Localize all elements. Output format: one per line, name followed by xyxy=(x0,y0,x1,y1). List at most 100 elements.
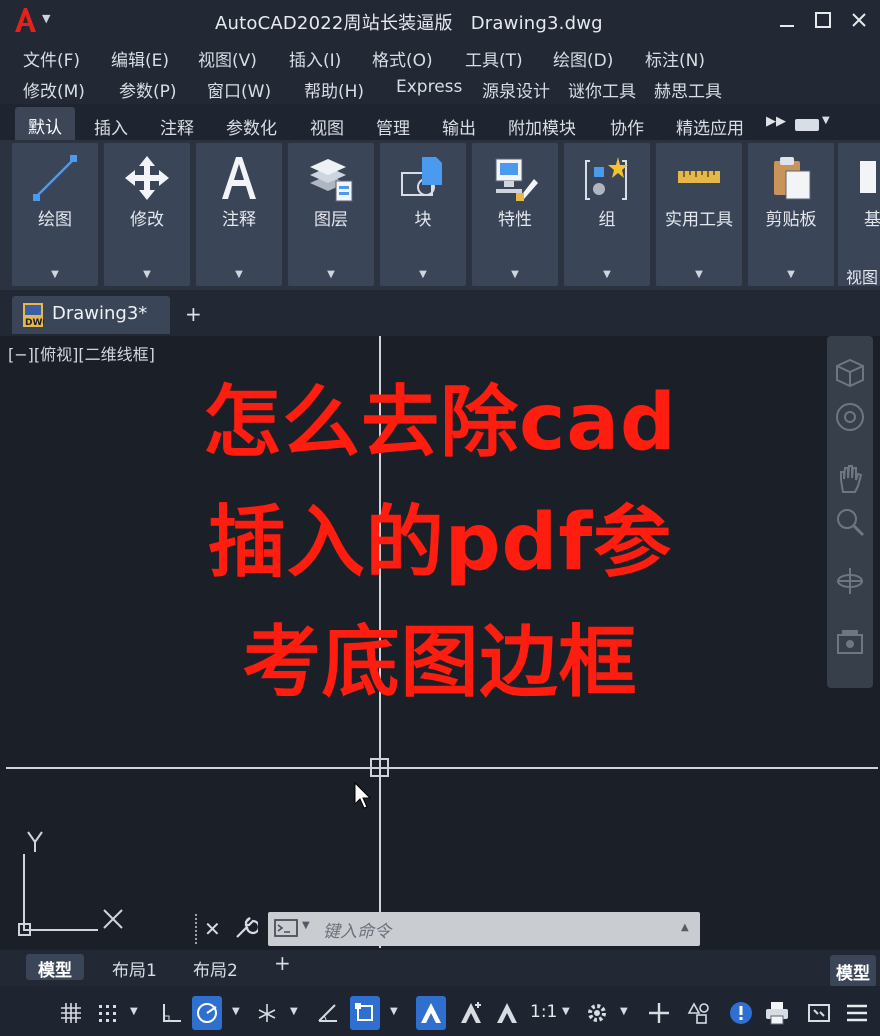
menu-window[interactable]: 窗口(W) xyxy=(207,77,271,102)
annotation-scale-button[interactable] xyxy=(492,996,522,1030)
panel-modify[interactable]: 修改 ▼ xyxy=(104,143,190,286)
tab-layout1[interactable]: 布局1 xyxy=(100,954,169,981)
command-expand-icon[interactable]: ▲ xyxy=(681,922,689,933)
command-line-grip[interactable] xyxy=(195,914,199,944)
grid-button[interactable] xyxy=(56,996,86,1030)
clean-screen-button[interactable] xyxy=(804,996,834,1030)
panel-modify-caret-icon[interactable]: ▼ xyxy=(104,269,190,280)
panel-clipboard[interactable]: 剪贴板 ▼ xyxy=(748,143,834,286)
menu-tools[interactable]: 工具(T) xyxy=(465,46,523,71)
more-tabs-icon[interactable]: ▶▶ xyxy=(766,114,786,129)
polar-button[interactable] xyxy=(192,996,222,1030)
menu-edit[interactable]: 编辑(E) xyxy=(111,46,169,71)
autocad-logo-icon[interactable] xyxy=(12,6,38,34)
otrack-button[interactable] xyxy=(312,996,342,1030)
menu-help[interactable]: 帮助(H) xyxy=(304,77,364,102)
command-history-caret-icon[interactable]: ▼ xyxy=(302,920,310,931)
ribbon-toggle-caret-icon[interactable]: ▼ xyxy=(822,115,830,126)
ribbon-minimize-toggle-icon[interactable] xyxy=(795,119,819,131)
osnap-caret-icon[interactable]: ▼ xyxy=(390,1006,398,1017)
plot-button[interactable] xyxy=(762,996,792,1030)
showmotion-icon[interactable] xyxy=(833,626,867,660)
panel-utilities[interactable]: 实用工具 ▼ xyxy=(656,143,742,286)
menu-parametric[interactable]: 参数(P) xyxy=(119,77,177,102)
panel-properties[interactable]: 特性 ▼ xyxy=(472,143,558,286)
panel-block-caret-icon[interactable]: ▼ xyxy=(380,269,466,280)
close-button[interactable] xyxy=(844,6,874,34)
maximize-button[interactable] xyxy=(808,6,838,34)
tab-featured-apps[interactable]: 精选应用 xyxy=(676,114,744,139)
tab-default[interactable]: 默认 xyxy=(15,107,75,140)
tab-collaborate[interactable]: 协作 xyxy=(610,114,644,139)
object-snap-icon xyxy=(355,1003,373,1021)
annotation-monitor-button[interactable] xyxy=(644,996,674,1030)
tab-layout2[interactable]: 布局2 xyxy=(181,954,250,981)
customize-button[interactable] xyxy=(842,996,872,1030)
panel-draw-caret-icon[interactable]: ▼ xyxy=(12,269,98,280)
viewcube-icon[interactable] xyxy=(833,356,867,390)
menu-view[interactable]: 视图(V) xyxy=(198,46,257,71)
panel-group-caret-icon[interactable]: ▼ xyxy=(564,269,650,280)
scale-caret-icon[interactable]: ▼ xyxy=(562,1006,570,1017)
isolate-objects-button[interactable] xyxy=(684,996,714,1030)
model-space-button[interactable]: 模型 xyxy=(830,955,876,987)
ortho-button[interactable] xyxy=(156,996,186,1030)
notification-button[interactable] xyxy=(726,996,756,1030)
tab-manage[interactable]: 管理 xyxy=(376,114,410,139)
workspace-caret-icon[interactable]: ▼ xyxy=(620,1006,628,1017)
command-close-button[interactable]: ✕ xyxy=(204,917,221,941)
pan-hand-icon[interactable] xyxy=(833,462,867,496)
add-layout-button[interactable]: + xyxy=(274,951,291,975)
orbit-icon[interactable] xyxy=(833,564,867,598)
snap-button[interactable] xyxy=(92,996,122,1030)
tab-insert[interactable]: 插入 xyxy=(94,114,128,139)
annotation-scale-value[interactable]: 1:1 xyxy=(530,1002,557,1022)
tab-annotate[interactable]: 注释 xyxy=(160,114,194,139)
minimize-button[interactable] xyxy=(772,6,802,34)
ortho-icon xyxy=(163,1004,181,1022)
tab-parametric[interactable]: 参数化 xyxy=(226,114,277,139)
panel-layers[interactable]: 图层 ▼ xyxy=(288,143,374,286)
menu-format[interactable]: 格式(O) xyxy=(372,46,433,71)
workspace-button[interactable] xyxy=(582,996,612,1030)
wrench-icon[interactable] xyxy=(234,916,258,940)
menu-hesi-tools[interactable]: 赫思工具 xyxy=(654,77,722,102)
osnap-button[interactable] xyxy=(350,996,380,1030)
tab-output[interactable]: 输出 xyxy=(442,114,476,139)
auto-scale-button[interactable] xyxy=(456,996,486,1030)
menu-draw[interactable]: 绘图(D) xyxy=(553,46,613,71)
isodraft-button[interactable] xyxy=(252,996,282,1030)
zoom-extents-icon[interactable] xyxy=(833,505,867,539)
menu-mini-tools[interactable]: 谜你工具 xyxy=(568,77,636,102)
panel-block[interactable]: 块 ▼ xyxy=(380,143,466,286)
panel-properties-caret-icon[interactable]: ▼ xyxy=(472,269,558,280)
panel-properties-label: 特性 xyxy=(498,210,532,230)
isodraft-caret-icon[interactable]: ▼ xyxy=(290,1006,298,1017)
menu-modify[interactable]: 修改(M) xyxy=(23,77,85,102)
panel-utilities-caret-icon[interactable]: ▼ xyxy=(656,269,742,280)
snap-caret-icon[interactable]: ▼ xyxy=(130,1006,138,1017)
polar-tracking-icon xyxy=(197,1003,217,1023)
panel-layers-caret-icon[interactable]: ▼ xyxy=(288,269,374,280)
polar-caret-icon[interactable]: ▼ xyxy=(232,1006,240,1017)
steering-wheel-icon[interactable] xyxy=(833,400,867,434)
menu-dimension[interactable]: 标注(N) xyxy=(645,46,705,71)
panel-draw[interactable]: 绘图 ▼ xyxy=(12,143,98,286)
new-tab-button[interactable]: + xyxy=(185,302,202,326)
tab-view[interactable]: 视图 xyxy=(310,114,344,139)
block-icon xyxy=(380,151,466,205)
menu-file[interactable]: 文件(F) xyxy=(23,46,80,71)
menu-insert[interactable]: 插入(I) xyxy=(289,46,341,71)
ribbon-tab-bar xyxy=(0,104,880,140)
menu-yuanquan[interactable]: 源泉设计 xyxy=(482,77,550,102)
panel-annotate[interactable]: 注释 ▼ xyxy=(196,143,282,286)
panel-annotate-caret-icon[interactable]: ▼ xyxy=(196,269,282,280)
menu-express[interactable]: Express xyxy=(396,77,462,97)
tab-model[interactable]: 模型 xyxy=(26,954,84,981)
annotation-visibility-button[interactable] xyxy=(416,996,446,1030)
tab-addins[interactable]: 附加模块 xyxy=(508,114,576,139)
panel-group[interactable]: 组 ▼ xyxy=(564,143,650,286)
panel-clipboard-caret-icon[interactable]: ▼ xyxy=(748,269,834,280)
command-prompt-icon[interactable] xyxy=(274,919,298,937)
app-menu-caret-icon[interactable]: ▼ xyxy=(42,12,50,25)
